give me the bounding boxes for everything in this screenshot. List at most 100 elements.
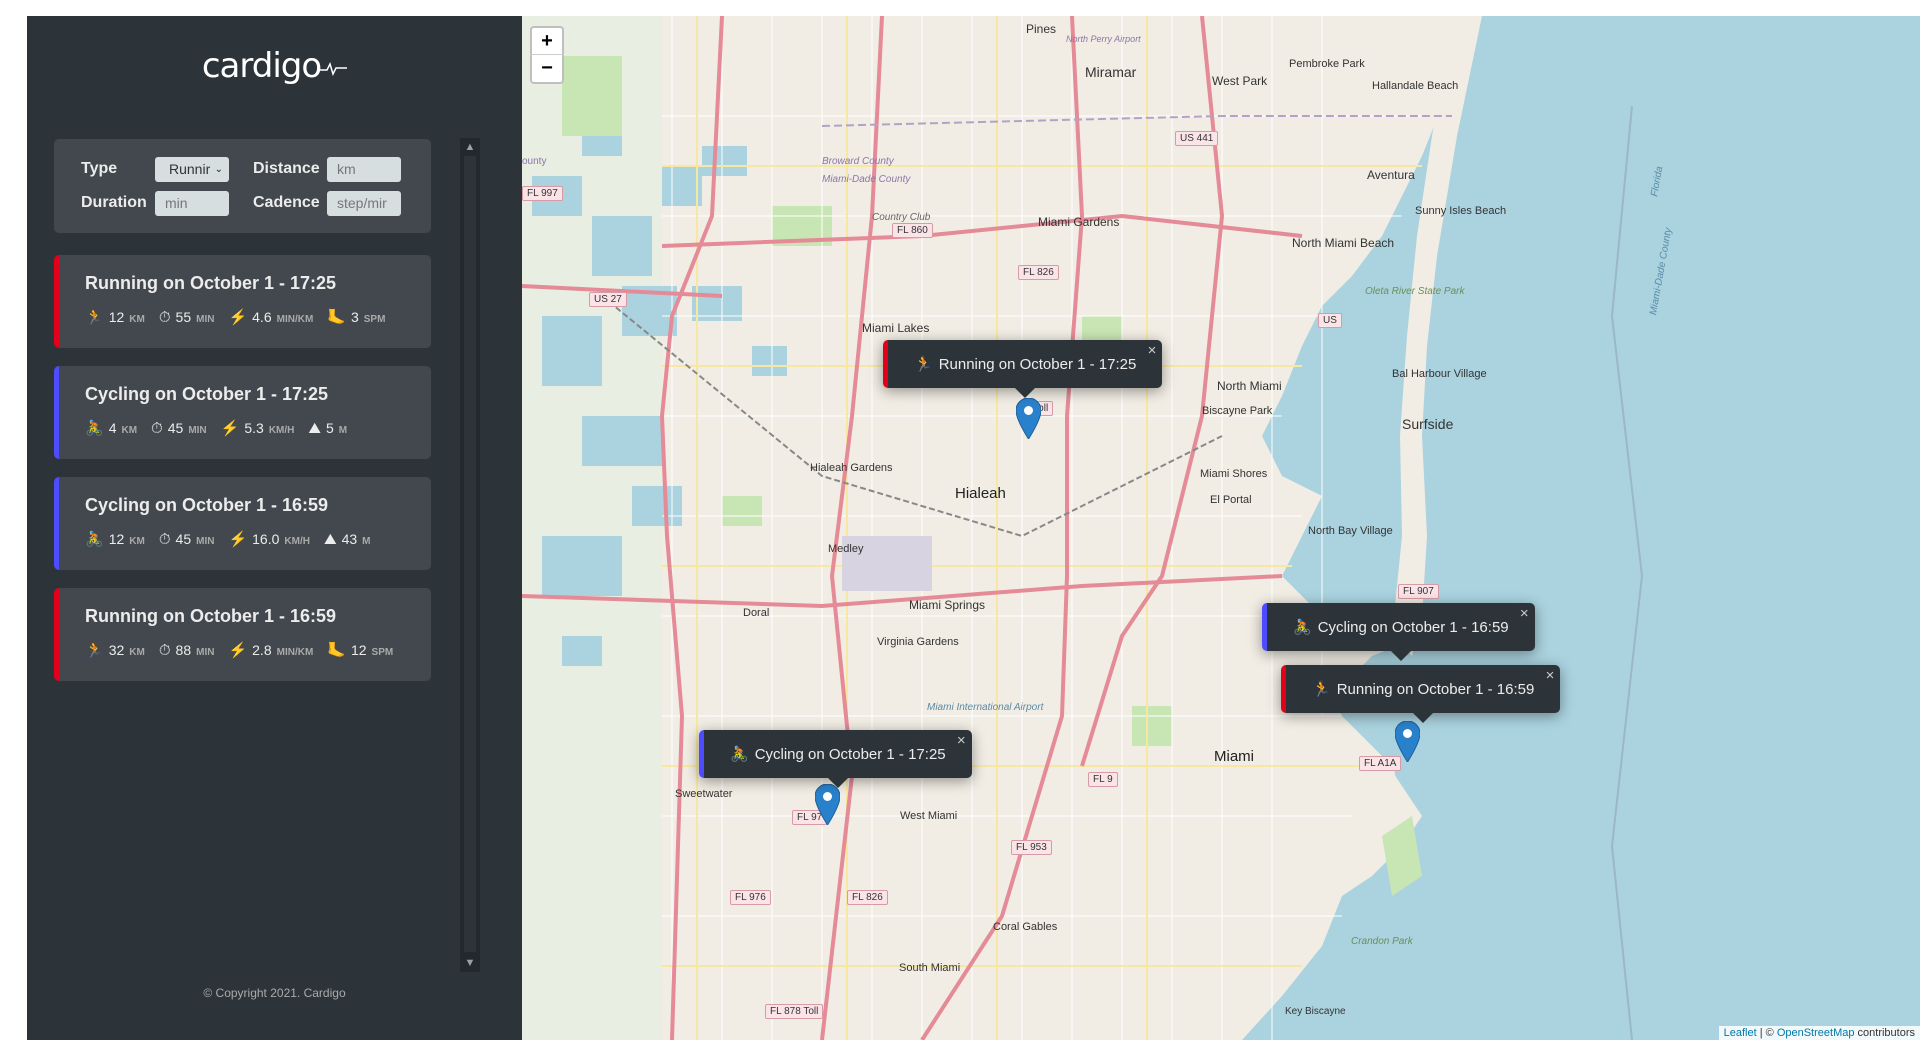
popup-tip bbox=[1413, 713, 1434, 723]
close-icon[interactable]: × bbox=[1546, 667, 1555, 684]
duration-label: Duration bbox=[81, 194, 147, 211]
workout-popup[interactable]: 🚴 Cycling on October 1 - 16:59 × bbox=[1262, 603, 1535, 661]
place-virginia-gardens: Virginia Gardens bbox=[877, 636, 959, 648]
logo: cardigo bbox=[27, 46, 522, 86]
cadence-input[interactable]: step/mir bbox=[327, 190, 401, 216]
place-el-portal: El Portal bbox=[1210, 494, 1252, 506]
popup-tip bbox=[1015, 388, 1036, 398]
type-label: Type bbox=[81, 160, 118, 177]
workout-details: 🚴 4 KM ⏱ 45 MIN ⚡ 5.3 KM/H ⛰ 5 M bbox=[85, 419, 405, 437]
running-icon: 🏃 bbox=[85, 642, 104, 659]
place-miami-dade-county: Miami-Dade County bbox=[822, 174, 911, 185]
place-north-miami-beach: North Miami Beach bbox=[1292, 236, 1395, 250]
mountain-icon: ⛰ bbox=[323, 531, 337, 548]
place-oleta-river: Oleta River State Park bbox=[1365, 286, 1465, 297]
place-aventura: Aventura bbox=[1367, 168, 1415, 182]
popup-text: Cycling on October 1 - 17:25 bbox=[754, 745, 946, 763]
scrollbar[interactable]: ▲ ▼ bbox=[460, 138, 480, 972]
stopwatch-icon: ⏱ bbox=[158, 531, 171, 548]
popup-text: Running on October 1 - 17:25 bbox=[938, 355, 1137, 373]
map-marker-icon[interactable] bbox=[815, 784, 840, 825]
foot-icon: 🦶 bbox=[327, 309, 346, 326]
copyright: © Copyright 2021. Cardigo bbox=[203, 986, 346, 1000]
workout-card[interactable]: Cycling on October 1 - 16:59 🚴 12 KM ⏱ 45 MI… bbox=[54, 477, 431, 570]
place-north-bay: North Bay Village bbox=[1308, 525, 1393, 537]
map-marker-icon[interactable] bbox=[1395, 721, 1420, 762]
place-bal-harbour: Bal Harbour Village bbox=[1392, 368, 1487, 380]
scroll-down-arrow-icon[interactable]: ▼ bbox=[460, 954, 480, 972]
distance-input[interactable]: km bbox=[327, 156, 401, 182]
place-medley: Medley bbox=[828, 543, 864, 555]
place-coral-gables: Coral Gables bbox=[993, 921, 1058, 933]
place-county-edge: ounty bbox=[522, 156, 547, 167]
foot-icon: 🦶 bbox=[327, 642, 346, 659]
place-hialeah: Hialeah bbox=[955, 485, 1006, 502]
popup-tip bbox=[827, 778, 848, 788]
workout-popup[interactable]: 🏃 Running on October 1 - 16:59 × bbox=[1281, 665, 1561, 723]
shield-fl826-north: FL 826 bbox=[1018, 265, 1059, 280]
map-tiles[interactable] bbox=[522, 16, 1920, 1040]
cycling-icon: 🚴 bbox=[730, 746, 749, 763]
duration-detail: ⏱ 88 MIN bbox=[158, 642, 215, 659]
zoom-out-button[interactable]: − bbox=[530, 54, 564, 84]
scrollbar-thumb[interactable] bbox=[464, 156, 476, 952]
elevation-detail: ⛰ 5 M bbox=[308, 420, 348, 437]
map[interactable]: Pines Miramar West Park Pembroke Park Ha… bbox=[522, 16, 1920, 1040]
logo-text: cardigo bbox=[201, 46, 322, 86]
lightning-icon: ⚡ bbox=[228, 642, 248, 659]
stopwatch-icon: ⏱ bbox=[158, 309, 171, 326]
workout-card[interactable]: Cycling on October 1 - 17:25 🚴 4 KM ⏱ 45 MIN… bbox=[54, 366, 431, 459]
leaflet-link[interactable]: Leaflet bbox=[1724, 1027, 1757, 1039]
distance-label: Distance bbox=[253, 160, 320, 177]
map-marker-icon[interactable] bbox=[1016, 398, 1041, 439]
duration-input[interactable]: min bbox=[155, 190, 229, 216]
duration-detail: ⏱ 55 MIN bbox=[158, 309, 215, 326]
place-key-biscayne: Key Biscayne bbox=[1285, 1006, 1346, 1017]
place-miami-lakes: Miami Lakes bbox=[862, 321, 930, 335]
close-icon[interactable]: × bbox=[1148, 342, 1157, 359]
pace-detail: ⚡ 2.8 MIN/KM bbox=[228, 642, 314, 659]
app: cardigo ▲ ▼ Type Runnir ⌄ Distance km Du… bbox=[27, 16, 1920, 1040]
place-west-park: West Park bbox=[1212, 74, 1268, 88]
place-doral: Doral bbox=[743, 607, 770, 619]
pace-detail: ⚡ 4.6 MIN/KM bbox=[228, 309, 314, 326]
shield-us27: US 27 bbox=[589, 292, 627, 307]
chevron-down-icon: ⌄ bbox=[214, 163, 223, 175]
duration-detail: ⏱ 45 MIN bbox=[158, 531, 215, 548]
speed-detail: ⚡ 16.0 KM/H bbox=[228, 531, 310, 548]
place-surfside: Surfside bbox=[1402, 416, 1454, 432]
heartbeat-icon bbox=[319, 61, 348, 76]
workout-popup[interactable]: 🚴 Cycling on October 1 - 17:25 × bbox=[699, 730, 972, 788]
west-wetlands bbox=[522, 16, 662, 1040]
workout-card[interactable]: Running on October 1 - 17:25 🏃 12 KM ⏱ 55 MI… bbox=[54, 255, 431, 348]
stopwatch-icon: ⏱ bbox=[151, 420, 163, 437]
workout-card[interactable]: Running on October 1 - 16:59 🏃 32 KM ⏱ 88 MI… bbox=[54, 588, 431, 681]
shield-us441: US 441 bbox=[1175, 131, 1219, 146]
scroll-up-arrow-icon[interactable]: ▲ bbox=[460, 138, 480, 156]
place-sweetwater: Sweetwater bbox=[675, 788, 733, 800]
shield-fl860: FL 860 bbox=[892, 223, 933, 238]
osm-link[interactable]: OpenStreetMap bbox=[1777, 1027, 1855, 1039]
shield-us: US bbox=[1318, 313, 1342, 328]
place-country-club: Country Club bbox=[872, 212, 931, 223]
place-sunny-isles: Sunny Isles Beach bbox=[1415, 205, 1507, 217]
popup-tip bbox=[1390, 651, 1411, 661]
place-pembroke-park: Pembroke Park bbox=[1289, 58, 1365, 70]
cycling-icon: 🚴 bbox=[85, 420, 104, 437]
workout-form: Type Runnir ⌄ Distance km Duration min C… bbox=[54, 139, 431, 233]
close-icon[interactable]: × bbox=[1520, 605, 1529, 622]
place-miami-airport: Miami International Airport bbox=[927, 702, 1044, 713]
place-south-miami: South Miami bbox=[899, 962, 961, 974]
zoom-in-button[interactable]: + bbox=[530, 26, 564, 56]
workout-details: 🏃 12 KM ⏱ 55 MIN ⚡ 4.6 MIN/KM 🦶 3 SPM bbox=[85, 308, 405, 326]
close-icon[interactable]: × bbox=[957, 732, 966, 749]
popup-text: Running on October 1 - 16:59 bbox=[1336, 680, 1535, 698]
type-select[interactable]: Runnir ⌄ bbox=[155, 156, 229, 182]
cycling-icon: 🚴 bbox=[85, 531, 104, 548]
running-icon: 🏃 bbox=[85, 309, 104, 326]
shield-fl9: FL 9 bbox=[1088, 772, 1118, 787]
place-north-miami: North Miami bbox=[1217, 379, 1282, 393]
sidebar: cardigo ▲ ▼ Type Runnir ⌄ Distance km Du… bbox=[27, 16, 522, 1040]
cadence-label: Cadence bbox=[253, 194, 320, 211]
workout-popup[interactable]: 🏃 Running on October 1 - 17:25 × bbox=[883, 340, 1163, 398]
